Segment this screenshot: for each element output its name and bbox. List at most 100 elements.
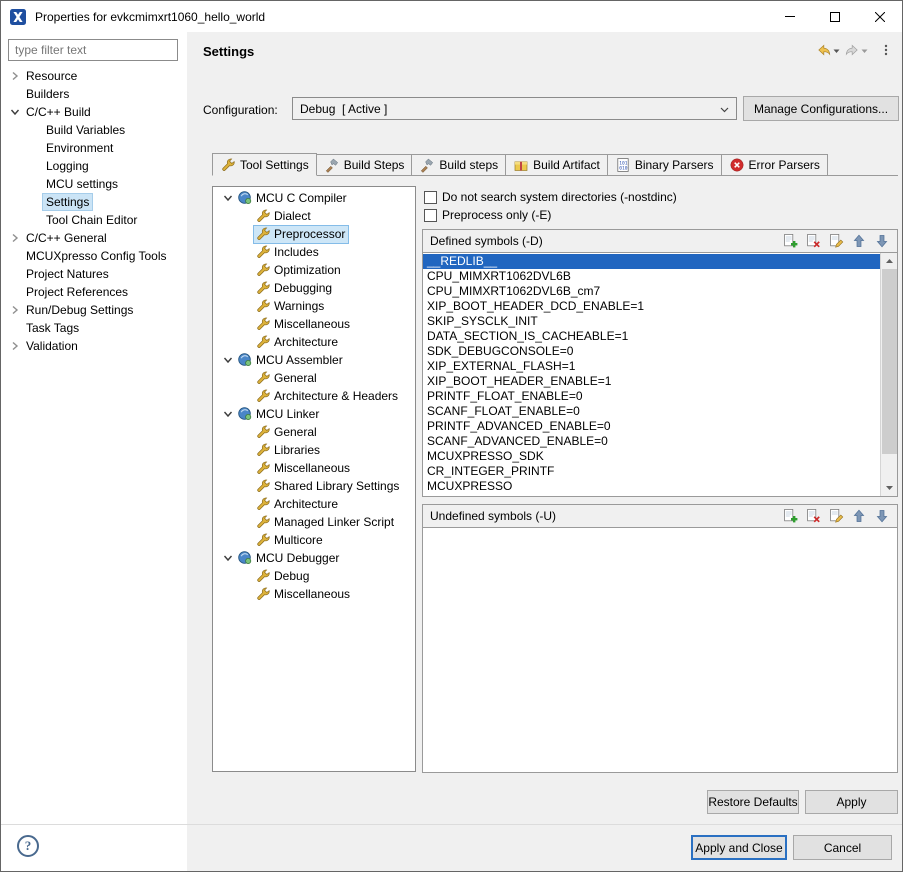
tab-error-parsers[interactable]: Error Parsers: [721, 154, 828, 175]
tool-item-multicore[interactable]: Multicore: [213, 531, 415, 549]
defined-symbols-list[interactable]: __REDLIB__CPU_MIMXRT1062DVL6BCPU_MIMXRT1…: [422, 253, 898, 497]
tool-item-miscellaneous[interactable]: Miscellaneous: [213, 585, 415, 603]
view-menu-icon[interactable]: [878, 42, 894, 58]
chevron-right-icon[interactable]: [7, 68, 23, 84]
tool-item-miscellaneous[interactable]: Miscellaneous: [213, 459, 415, 477]
move-down-button[interactable]: [874, 233, 890, 249]
tool-item-debugging[interactable]: Debugging: [213, 279, 415, 297]
help-button[interactable]: ?: [17, 835, 39, 857]
tool-item-preprocessor[interactable]: Preprocessor: [213, 225, 415, 243]
chevron-down-icon[interactable]: [220, 190, 236, 206]
chevron-down-icon[interactable]: [220, 550, 236, 566]
chevron-right-icon[interactable]: [7, 230, 23, 246]
tab-build-steps[interactable]: Build steps: [411, 154, 506, 175]
forward-history-caret-icon[interactable]: [861, 49, 868, 54]
move-down-button[interactable]: [874, 508, 890, 524]
sidebar-item-tool-chain-editor[interactable]: Tool Chain Editor: [1, 211, 187, 229]
close-button[interactable]: [857, 1, 902, 32]
defined-symbol-item[interactable]: PRINTF_ADVANCED_ENABLE=0: [423, 419, 880, 434]
scroll-down-button[interactable]: [881, 480, 897, 496]
tool-item-includes[interactable]: Includes: [213, 243, 415, 261]
tool-item-mcu-linker[interactable]: MCU Linker: [213, 405, 415, 423]
add-symbol-button[interactable]: [782, 233, 798, 249]
sidebar-item-environment[interactable]: Environment: [1, 139, 187, 157]
sidebar-item-task-tags[interactable]: Task Tags: [1, 319, 187, 337]
tool-item-architecture-headers[interactable]: Architecture & Headers: [213, 387, 415, 405]
tool-item-shared-library-settings[interactable]: Shared Library Settings: [213, 477, 415, 495]
defined-symbol-item[interactable]: XIP_EXTERNAL_FLASH=1: [423, 359, 880, 374]
defined-symbol-item[interactable]: MCUXPRESSO_SDK: [423, 449, 880, 464]
nostdinc-option[interactable]: Do not search system directories (-nostd…: [424, 189, 677, 205]
defined-symbol-item[interactable]: CR_INTEGER_PRINTF: [423, 464, 880, 479]
move-up-button[interactable]: [851, 233, 867, 249]
delete-symbol-button[interactable]: [805, 508, 821, 524]
tab-build-artifact[interactable]: Build Artifact: [505, 154, 608, 175]
preprocess-only-option[interactable]: Preprocess only (-E): [424, 207, 551, 223]
apply-and-close-button[interactable]: Apply and Close: [691, 835, 787, 860]
sidebar-item-build-variables[interactable]: Build Variables: [1, 121, 187, 139]
undefined-symbols-list[interactable]: [422, 528, 898, 773]
edit-symbol-button[interactable]: [828, 508, 844, 524]
sidebar-item-logging[interactable]: Logging: [1, 157, 187, 175]
edit-symbol-button[interactable]: [828, 233, 844, 249]
sidebar-item-mcuxpresso-config-tools[interactable]: MCUXpresso Config Tools: [1, 247, 187, 265]
configuration-dropdown[interactable]: Debug [ Active ]: [292, 97, 737, 120]
sidebar-item-c-c-build[interactable]: C/C++ Build: [1, 103, 187, 121]
tool-item-architecture[interactable]: Architecture: [213, 333, 415, 351]
defined-symbol-item[interactable]: SKIP_SYSCLK_INIT: [423, 314, 880, 329]
tool-item-debug[interactable]: Debug: [213, 567, 415, 585]
filter-input[interactable]: [8, 39, 178, 61]
sidebar-item-builders[interactable]: Builders: [1, 85, 187, 103]
back-history-caret-icon[interactable]: [833, 49, 840, 54]
defined-symbols-scrollbar[interactable]: [880, 253, 897, 496]
tool-item-miscellaneous[interactable]: Miscellaneous: [213, 315, 415, 333]
chevron-right-icon[interactable]: [7, 338, 23, 354]
cancel-button[interactable]: Cancel: [793, 835, 892, 860]
defined-symbol-item[interactable]: CPU_MIMXRT1062DVL6B: [423, 269, 880, 284]
sidebar-item-c-c-general[interactable]: C/C++ General: [1, 229, 187, 247]
restore-defaults-button[interactable]: Restore Defaults: [707, 790, 799, 814]
move-up-button[interactable]: [851, 508, 867, 524]
defined-symbol-item[interactable]: MCUXPRESSO: [423, 479, 880, 494]
nostdinc-checkbox[interactable]: [424, 191, 437, 204]
maximize-button[interactable]: [812, 1, 857, 32]
defined-symbol-item[interactable]: SCANF_ADVANCED_ENABLE=0: [423, 434, 880, 449]
tool-item-mcu-c-compiler[interactable]: MCU C Compiler: [213, 189, 415, 207]
tool-item-libraries[interactable]: Libraries: [213, 441, 415, 459]
sidebar-item-resource[interactable]: Resource: [1, 67, 187, 85]
tab-build-steps[interactable]: Build Steps: [316, 154, 413, 175]
defined-symbol-item[interactable]: CPU_MIMXRT1062DVL6B_cm7: [423, 284, 880, 299]
chevron-right-icon[interactable]: [7, 302, 23, 318]
sidebar-item-project-natures[interactable]: Project Natures: [1, 265, 187, 283]
sidebar-item-mcu-settings[interactable]: MCU settings: [1, 175, 187, 193]
preprocess-only-checkbox[interactable]: [424, 209, 437, 222]
add-symbol-button[interactable]: [782, 508, 798, 524]
defined-symbol-item[interactable]: SDK_DEBUGCONSOLE=0: [423, 344, 880, 359]
tool-item-managed-linker-script[interactable]: Managed Linker Script: [213, 513, 415, 531]
forward-arrow-icon[interactable]: [844, 42, 860, 58]
tool-item-warnings[interactable]: Warnings: [213, 297, 415, 315]
tool-item-general[interactable]: General: [213, 423, 415, 441]
minimize-button[interactable]: [767, 1, 812, 32]
back-arrow-icon[interactable]: [816, 42, 832, 58]
scrollbar-thumb[interactable]: [882, 269, 897, 454]
defined-symbol-item[interactable]: XIP_BOOT_HEADER_ENABLE=1: [423, 374, 880, 389]
chevron-down-icon[interactable]: [7, 104, 23, 120]
tool-item-mcu-assembler[interactable]: MCU Assembler: [213, 351, 415, 369]
chevron-down-icon[interactable]: [220, 352, 236, 368]
defined-symbol-item[interactable]: PRINTF_FLOAT_ENABLE=0: [423, 389, 880, 404]
tool-item-mcu-debugger[interactable]: MCU Debugger: [213, 549, 415, 567]
tool-item-architecture[interactable]: Architecture: [213, 495, 415, 513]
scroll-up-button[interactable]: [881, 253, 897, 269]
manage-configurations-button[interactable]: Manage Configurations...: [743, 96, 899, 121]
tool-item-optimization[interactable]: Optimization: [213, 261, 415, 279]
defined-symbol-item[interactable]: __REDLIB__: [423, 254, 880, 269]
tab-tool-settings[interactable]: Tool Settings: [212, 153, 317, 176]
defined-symbol-item[interactable]: SCANF_FLOAT_ENABLE=0: [423, 404, 880, 419]
sidebar-item-settings[interactable]: Settings: [1, 193, 187, 211]
tab-binary-parsers[interactable]: 101010Binary Parsers: [607, 154, 722, 175]
apply-button[interactable]: Apply: [805, 790, 898, 814]
sidebar-item-project-references[interactable]: Project References: [1, 283, 187, 301]
defined-symbol-item[interactable]: DATA_SECTION_IS_CACHEABLE=1: [423, 329, 880, 344]
chevron-down-icon[interactable]: [220, 406, 236, 422]
